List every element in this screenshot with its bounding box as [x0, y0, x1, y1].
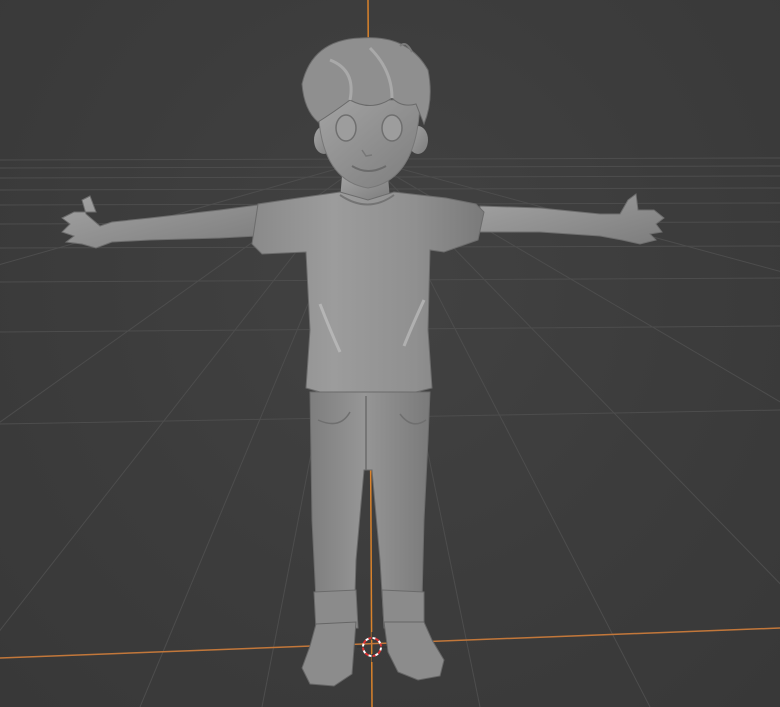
3d-viewport[interactable] — [0, 0, 780, 707]
3d-cursor-icon[interactable] — [0, 0, 780, 707]
